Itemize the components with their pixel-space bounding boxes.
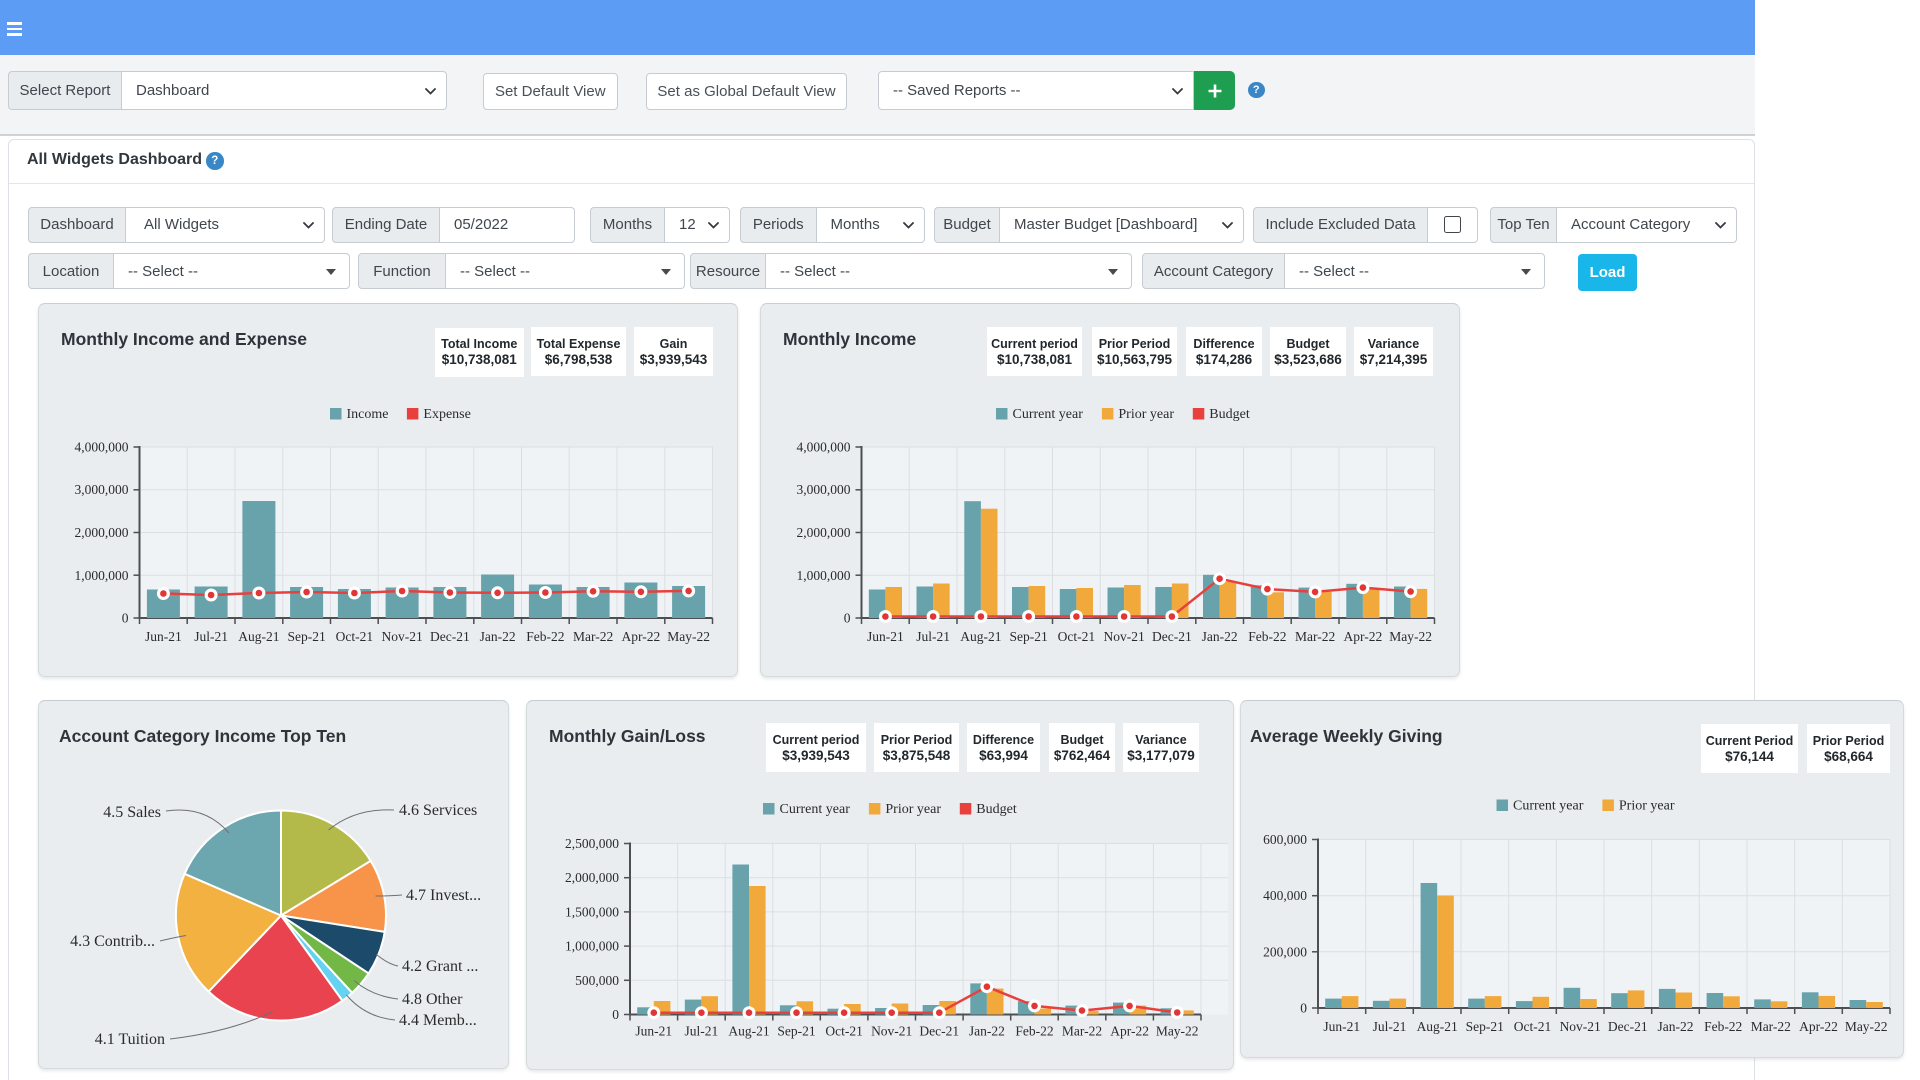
svg-text:0: 0 [1300, 1001, 1307, 1016]
svg-text:Aug-21: Aug-21 [960, 629, 1001, 644]
svg-text:Aug-21: Aug-21 [238, 629, 279, 644]
svg-text:2,000,000: 2,000,000 [565, 870, 619, 885]
svg-text:Dec-21: Dec-21 [430, 629, 470, 644]
svg-text:400,000: 400,000 [1263, 888, 1307, 903]
svg-text:Oct-21: Oct-21 [825, 1024, 863, 1039]
svg-text:Dec-21: Dec-21 [1608, 1019, 1648, 1034]
svg-text:Feb-22: Feb-22 [526, 629, 564, 644]
svg-text:Sep-21: Sep-21 [287, 629, 325, 644]
svg-text:Mar-22: Mar-22 [573, 629, 613, 644]
svg-text:Current year: Current year [1013, 407, 1084, 422]
svg-text:Dec-21: Dec-21 [1152, 629, 1192, 644]
svg-text:4.3 Contrib...: 4.3 Contrib... [70, 933, 155, 950]
svg-text:Nov-21: Nov-21 [1103, 629, 1144, 644]
svg-text:Jun-21: Jun-21 [145, 629, 182, 644]
svg-text:3,000,000: 3,000,000 [75, 482, 129, 497]
svg-text:Feb-22: Feb-22 [1704, 1019, 1742, 1034]
svg-text:Sep-21: Sep-21 [1466, 1019, 1504, 1034]
svg-text:Nov-21: Nov-21 [1560, 1019, 1601, 1034]
svg-text:Apr-22: Apr-22 [1799, 1019, 1838, 1034]
svg-text:Prior year: Prior year [1619, 799, 1675, 814]
svg-text:4.6 Services: 4.6 Services [399, 802, 477, 819]
svg-text:Current year: Current year [1513, 799, 1584, 814]
svg-text:Nov-21: Nov-21 [871, 1024, 912, 1039]
svg-text:0: 0 [122, 611, 129, 626]
svg-text:600,000: 600,000 [1263, 832, 1307, 847]
svg-text:Mar-22: Mar-22 [1751, 1019, 1791, 1034]
svg-text:Nov-21: Nov-21 [381, 629, 422, 644]
svg-text:Jul-21: Jul-21 [685, 1024, 719, 1039]
svg-text:1,500,000: 1,500,000 [565, 904, 619, 919]
svg-text:4,000,000: 4,000,000 [75, 440, 129, 455]
svg-text:Current year: Current year [780, 802, 851, 817]
svg-text:Jul-21: Jul-21 [916, 629, 950, 644]
svg-text:Aug-21: Aug-21 [1417, 1019, 1458, 1034]
svg-text:Budget: Budget [976, 802, 1017, 817]
svg-text:Jan-22: Jan-22 [480, 629, 516, 644]
svg-text:May-22: May-22 [667, 629, 710, 644]
svg-text:Mar-22: Mar-22 [1062, 1024, 1102, 1039]
svg-text:Mar-22: Mar-22 [1295, 629, 1335, 644]
svg-text:Prior year: Prior year [885, 802, 941, 817]
svg-text:Prior year: Prior year [1118, 407, 1174, 422]
svg-text:2,500,000: 2,500,000 [565, 836, 619, 851]
svg-text:1,000,000: 1,000,000 [565, 939, 619, 954]
svg-text:Sep-21: Sep-21 [1009, 629, 1047, 644]
svg-text:Aug-21: Aug-21 [728, 1024, 769, 1039]
svg-text:May-22: May-22 [1156, 1024, 1199, 1039]
svg-text:200,000: 200,000 [1263, 944, 1307, 959]
svg-text:4.1 Tuition: 4.1 Tuition [95, 1031, 165, 1048]
svg-text:500,000: 500,000 [575, 973, 619, 988]
svg-text:4,000,000: 4,000,000 [797, 440, 851, 455]
svg-text:4.2 Grant ...: 4.2 Grant ... [402, 958, 478, 975]
svg-text:Budget: Budget [1209, 407, 1250, 422]
svg-text:Feb-22: Feb-22 [1248, 629, 1286, 644]
svg-text:3,000,000: 3,000,000 [797, 482, 851, 497]
svg-text:Oct-21: Oct-21 [1058, 629, 1096, 644]
svg-text:Jan-22: Jan-22 [969, 1024, 1005, 1039]
svg-text:4.8 Other: 4.8 Other [402, 991, 463, 1008]
svg-text:Dec-21: Dec-21 [919, 1024, 959, 1039]
svg-text:Jul-21: Jul-21 [1373, 1019, 1407, 1034]
svg-text:Jun-21: Jun-21 [867, 629, 904, 644]
svg-text:Jun-21: Jun-21 [1323, 1019, 1360, 1034]
svg-text:Jun-21: Jun-21 [635, 1024, 672, 1039]
svg-text:Jan-22: Jan-22 [1658, 1019, 1694, 1034]
svg-text:May-22: May-22 [1845, 1019, 1888, 1034]
svg-text:4.5 Sales: 4.5 Sales [103, 804, 161, 821]
svg-text:2,000,000: 2,000,000 [75, 525, 129, 540]
svg-text:Income: Income [347, 407, 389, 422]
svg-text:4.4 Memb...: 4.4 Memb... [399, 1012, 477, 1029]
svg-text:May-22: May-22 [1389, 629, 1432, 644]
svg-text:4.7 Invest...: 4.7 Invest... [406, 887, 481, 904]
svg-text:Apr-22: Apr-22 [1110, 1024, 1149, 1039]
svg-text:Apr-22: Apr-22 [1344, 629, 1383, 644]
svg-text:Oct-21: Oct-21 [336, 629, 374, 644]
svg-text:0: 0 [612, 1007, 619, 1022]
svg-text:Jan-22: Jan-22 [1202, 629, 1238, 644]
svg-text:Feb-22: Feb-22 [1015, 1024, 1053, 1039]
svg-text:Oct-21: Oct-21 [1514, 1019, 1552, 1034]
svg-text:Sep-21: Sep-21 [777, 1024, 815, 1039]
svg-text:0: 0 [844, 611, 851, 626]
svg-text:1,000,000: 1,000,000 [75, 568, 129, 583]
svg-text:Expense: Expense [423, 407, 470, 422]
svg-text:Apr-22: Apr-22 [622, 629, 661, 644]
svg-text:Jul-21: Jul-21 [194, 629, 228, 644]
svg-text:2,000,000: 2,000,000 [797, 525, 851, 540]
svg-text:1,000,000: 1,000,000 [797, 568, 851, 583]
